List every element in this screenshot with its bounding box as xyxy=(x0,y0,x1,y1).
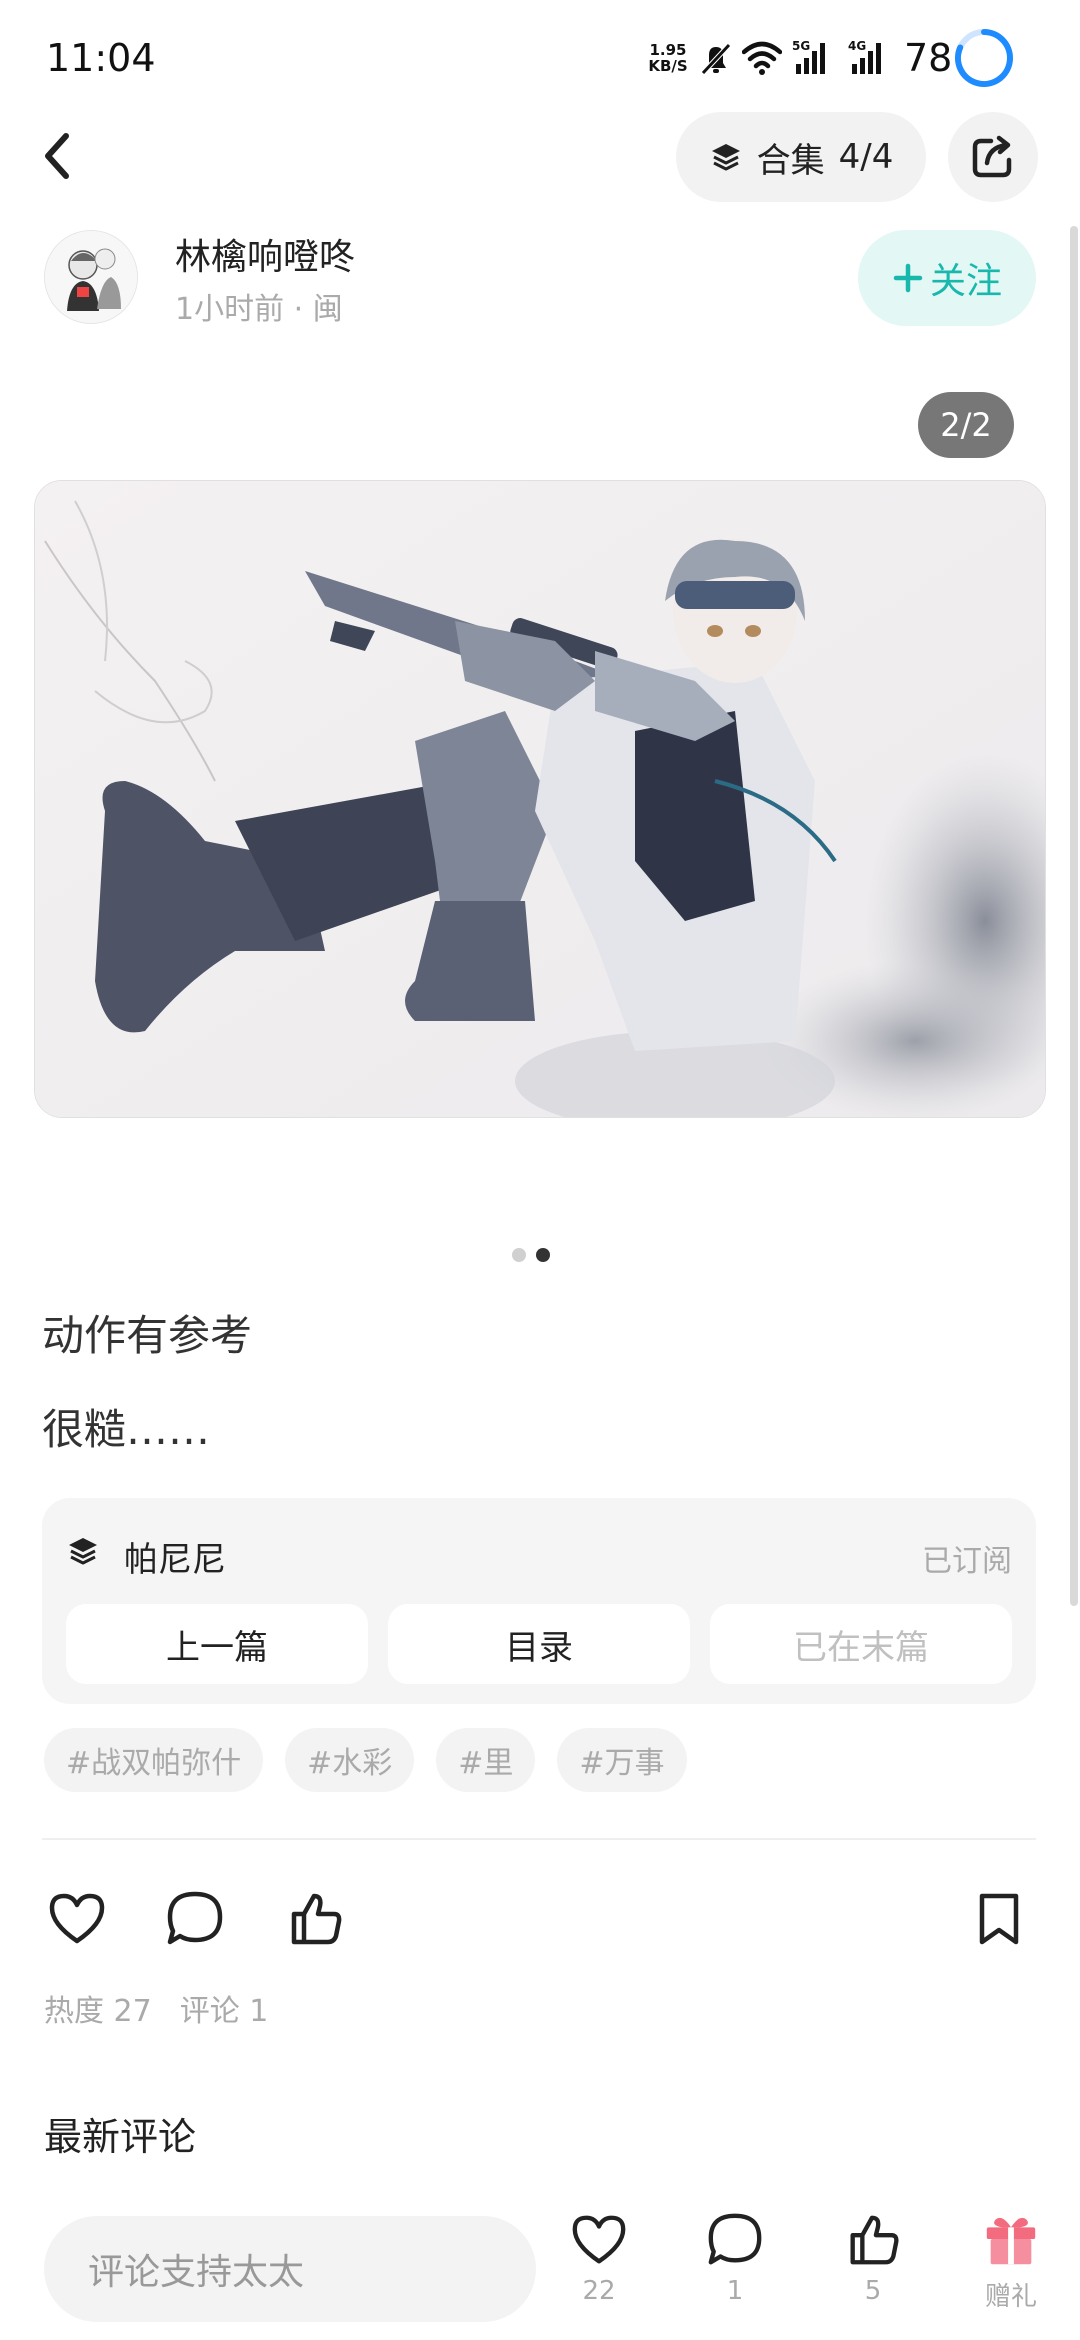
divider xyxy=(42,1838,1036,1840)
gift-icon xyxy=(986,2217,1036,2265)
author-name[interactable]: 林檎响噔咚 xyxy=(175,228,355,280)
latest-comments-title: 最新评论 xyxy=(44,2115,197,2159)
collection-button[interactable]: 合集 4/4 xyxy=(676,112,926,202)
heat-count[interactable]: 热度 27 xyxy=(44,1986,152,2030)
scrollbar[interactable] xyxy=(1070,226,1078,1606)
post-meta: 1小时前 · 闽 xyxy=(175,292,343,327)
bookmark-button[interactable] xyxy=(968,1888,1030,1950)
recommend-button[interactable] xyxy=(284,1888,346,1950)
heart-icon xyxy=(572,2215,626,2264)
layers-icon xyxy=(69,1538,97,1565)
svg-text:5G: 5G xyxy=(792,39,810,53)
comment-button[interactable] xyxy=(164,1888,226,1950)
layers-icon xyxy=(711,144,740,171)
tag-list: #战双帕弥什 #水彩 #里 #万事 xyxy=(44,1728,687,1792)
network-speed: 1.95 KB/S xyxy=(648,41,688,75)
thumbs-up-icon xyxy=(850,2215,899,2265)
comment-input[interactable]: 评论支持太太 xyxy=(44,2216,536,2322)
like-button[interactable] xyxy=(46,1888,108,1950)
post-text-line-2: 很糙…… xyxy=(42,1405,211,1454)
gift-button[interactable]: 赠礼 xyxy=(966,2210,1056,2313)
share-button[interactable] xyxy=(948,112,1038,202)
tag[interactable]: #万事 xyxy=(557,1728,687,1792)
last-post-button: 已在末篇 xyxy=(710,1604,1012,1684)
share-icon xyxy=(972,135,1012,178)
carousel-dot[interactable] xyxy=(512,1248,526,1262)
battery-level: 78 xyxy=(904,36,953,80)
follow-label: 关注 xyxy=(929,261,1002,302)
post-stats: 热度 27 评论 1 xyxy=(44,1986,268,2030)
tag[interactable]: #水彩 xyxy=(285,1728,415,1792)
signal-4g-icon: 4G xyxy=(848,39,881,74)
author-avatar[interactable] xyxy=(44,230,138,324)
plus-icon xyxy=(893,263,923,293)
status-bar: 11:04 1.95 KB/S 5G 4G 78 xyxy=(0,0,1080,120)
artwork-image[interactable] xyxy=(34,480,1046,1118)
bottom-comment-count: 1 xyxy=(726,2276,744,2306)
follow-button[interactable]: 关注 xyxy=(858,230,1036,326)
wifi-icon xyxy=(742,41,782,75)
back-button[interactable] xyxy=(34,126,78,186)
collection-name[interactable]: 帕尼尼 xyxy=(124,1532,226,1581)
previous-post-button[interactable]: 上一篇 xyxy=(66,1604,368,1684)
tag[interactable]: #战双帕弥什 xyxy=(44,1728,264,1792)
carousel-dots xyxy=(512,1248,550,1262)
like-count: 22 xyxy=(582,2276,616,2306)
post-text-line-1: 动作有参考 xyxy=(42,1311,253,1360)
artwork-illustration xyxy=(35,481,1045,1117)
bottom-comment-button[interactable]: 1 xyxy=(690,2210,780,2306)
mute-bell-icon xyxy=(701,43,731,75)
signal-5g-icon: 5G xyxy=(792,39,825,74)
svg-text:4G: 4G xyxy=(848,39,866,53)
recommend-count: 5 xyxy=(864,2276,882,2306)
comment-count[interactable]: 评论 1 xyxy=(180,1986,269,2030)
tag[interactable]: #里 xyxy=(436,1728,536,1792)
image-page-indicator: 2/2 xyxy=(918,392,1014,458)
table-of-contents-button[interactable]: 目录 xyxy=(388,1604,690,1684)
collection-label: 合集 xyxy=(756,140,825,181)
battery-ring-icon xyxy=(955,29,1013,87)
status-time: 11:04 xyxy=(46,36,156,80)
gift-label: 赠礼 xyxy=(984,2282,1037,2312)
carousel-dot-active[interactable] xyxy=(536,1248,550,1262)
avatar-image xyxy=(45,231,137,323)
comment-icon xyxy=(708,2213,762,2265)
subscription-status[interactable]: 已订阅 xyxy=(922,1536,1012,1580)
bottom-like-button[interactable]: 22 xyxy=(554,2210,644,2306)
bottom-recommend-button[interactable]: 5 xyxy=(828,2210,918,2306)
collection-progress: 4/4 xyxy=(838,137,894,177)
collection-card: 帕尼尼 已订阅 上一篇 目录 已在末篇 xyxy=(42,1498,1036,1704)
